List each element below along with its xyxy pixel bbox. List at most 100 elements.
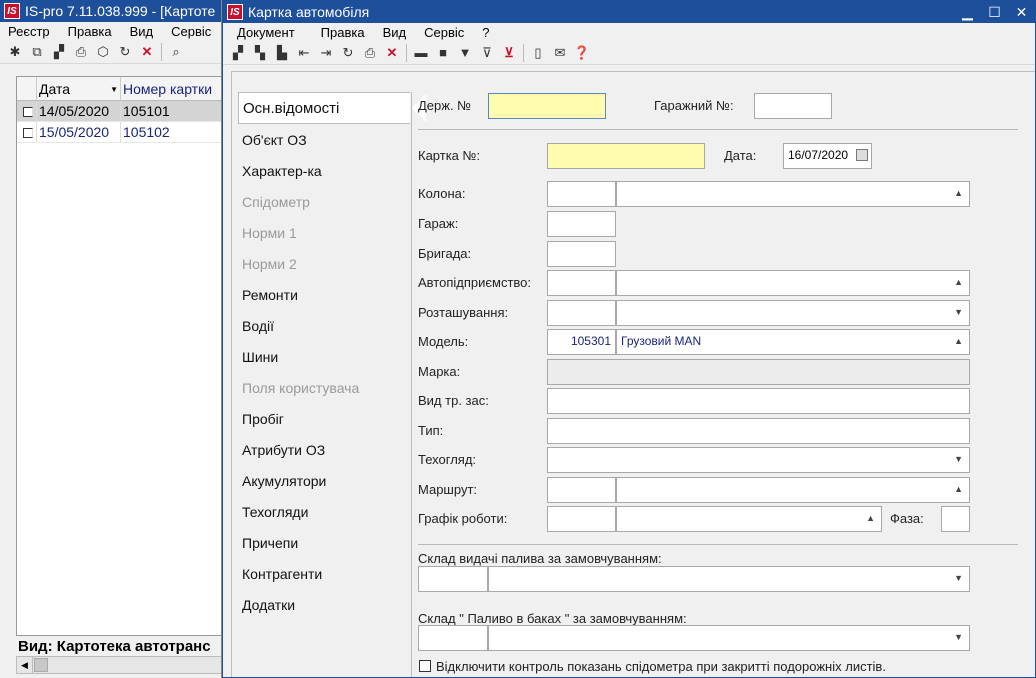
filter-icon[interactable]: ▼ bbox=[454, 43, 476, 63]
cell-number: 105101 bbox=[123, 103, 170, 119]
dropdown-up-icon: ▲ bbox=[954, 336, 963, 346]
nav-item-akumuliatory[interactable]: Акумулятори bbox=[238, 465, 411, 496]
menu-servis[interactable]: Сервіс bbox=[163, 24, 221, 39]
delete-icon[interactable]: ✕ bbox=[136, 42, 158, 62]
sklad2-code-input[interactable] bbox=[418, 625, 488, 651]
typ-input[interactable] bbox=[547, 418, 970, 444]
delete-icon[interactable]: ✕ bbox=[381, 43, 403, 63]
refresh-icon[interactable]: ↻ bbox=[114, 42, 136, 62]
dropdown-up-icon: ▲ bbox=[866, 513, 875, 523]
menu-dokument[interactable]: Документ bbox=[223, 25, 305, 40]
left-titlebar[interactable]: IS IS-pro 7.11.038.999 - [Картоте bbox=[0, 0, 221, 22]
menu-pravka[interactable]: Правка bbox=[305, 25, 375, 40]
table-row[interactable]: 15/05/2020 105102 bbox=[17, 122, 221, 143]
move-icon[interactable]: ▞ bbox=[48, 42, 70, 62]
nav-item-kontrahenty[interactable]: Контрагенти bbox=[238, 558, 411, 589]
nav-item-prychepy[interactable]: Причепи bbox=[238, 527, 411, 558]
column-header-number[interactable]: Номер картки bbox=[121, 77, 221, 100]
search-icon[interactable]: ⌕ bbox=[165, 42, 187, 62]
document-icon[interactable]: ▯ bbox=[527, 43, 549, 63]
grafik-label: Графік роботи: bbox=[418, 511, 508, 526]
nav-item-osn-vidomosti[interactable]: Осн.відомості bbox=[238, 92, 426, 124]
avtopid-select[interactable]: ▲ bbox=[616, 270, 970, 296]
garazh-input[interactable] bbox=[547, 211, 616, 237]
clear-filter-icon[interactable]: ⊻ bbox=[498, 43, 520, 63]
menu-vyd[interactable]: Вид bbox=[375, 25, 417, 40]
menu-servis[interactable]: Сервіс bbox=[416, 25, 474, 40]
scroll-left-icon[interactable]: ◀ bbox=[17, 657, 33, 673]
sklad1-code-input[interactable] bbox=[418, 566, 488, 592]
copy-doc-icon[interactable]: ⧉ bbox=[26, 42, 48, 62]
separator bbox=[418, 129, 1018, 130]
move-right-icon[interactable]: ▙ bbox=[271, 43, 293, 63]
print-icon[interactable]: ⎙ bbox=[70, 42, 92, 62]
menu-help[interactable]: ? bbox=[474, 25, 499, 40]
faza-input[interactable] bbox=[941, 506, 970, 532]
avtopid-code-input[interactable] bbox=[547, 270, 616, 296]
print-icon[interactable]: ⎙ bbox=[359, 43, 381, 63]
nav-item-shyny[interactable]: Шини bbox=[238, 341, 411, 372]
menu-reiestr[interactable]: Реєстр bbox=[0, 24, 60, 39]
nav-item-vodii[interactable]: Водії bbox=[238, 310, 411, 341]
date-input[interactable]: 16/07/2020 bbox=[783, 143, 872, 169]
cell-date: 14/05/2020 bbox=[37, 101, 121, 121]
row-checkbox[interactable] bbox=[23, 128, 33, 138]
column-header-date[interactable]: Дата ▼ bbox=[37, 77, 121, 100]
roztash-code-input[interactable] bbox=[547, 300, 616, 326]
nav-item-tekhohliady[interactable]: Техогляди bbox=[238, 496, 411, 527]
import-icon[interactable]: ⇤ bbox=[293, 43, 315, 63]
nav-item-kharakter[interactable]: Характер-ка bbox=[238, 155, 411, 186]
mail-icon[interactable]: ✉ bbox=[549, 43, 571, 63]
bryhada-input[interactable] bbox=[547, 241, 616, 267]
nav-item-obiekt-oz[interactable]: Об'єкт ОЗ bbox=[238, 124, 411, 155]
calendar-icon[interactable] bbox=[856, 149, 868, 161]
nav-item-probih[interactable]: Пробіг bbox=[238, 403, 411, 434]
refresh-icon[interactable]: ↻ bbox=[337, 43, 359, 63]
stop-icon[interactable]: ■ bbox=[432, 43, 454, 63]
menu-vyd[interactable]: Вид bbox=[122, 24, 164, 39]
move-icon[interactable]: ▞ bbox=[227, 43, 249, 63]
toolbar-separator bbox=[406, 43, 407, 62]
close-icon[interactable]: ✕ bbox=[1008, 1, 1035, 23]
tekhohliad-select[interactable]: ▼ bbox=[547, 447, 970, 473]
kolona-code-input[interactable] bbox=[547, 181, 616, 207]
typ-label: Тип: bbox=[418, 423, 444, 438]
scroll-thumb[interactable] bbox=[34, 658, 48, 672]
move-down-icon[interactable]: ▚ bbox=[249, 43, 271, 63]
package-icon[interactable]: ⬡ bbox=[92, 42, 114, 62]
is-pro-logo: IS bbox=[4, 3, 20, 19]
model-label: Модель: bbox=[418, 334, 469, 349]
minimize-icon[interactable]: ▁ bbox=[954, 1, 981, 23]
marshrut-code-input[interactable] bbox=[547, 477, 616, 503]
kolona-select[interactable]: ▲ bbox=[616, 181, 970, 207]
grafik-select[interactable]: ▲ bbox=[616, 506, 882, 532]
new-doc-icon[interactable]: ✱ bbox=[4, 42, 26, 62]
grafik-code-input[interactable] bbox=[547, 506, 616, 532]
model-select[interactable]: Грузовий MAN ▲ bbox=[616, 329, 970, 355]
maximize-icon[interactable]: ☐ bbox=[981, 1, 1008, 23]
garage-no-input[interactable] bbox=[754, 93, 832, 119]
nav-item-dodatky[interactable]: Додатки bbox=[238, 589, 411, 620]
derzh-input[interactable] bbox=[488, 93, 606, 119]
date-label: Дата: bbox=[724, 148, 757, 163]
model-code-input[interactable]: 105301 bbox=[547, 329, 616, 355]
disable-speedometer-checkbox[interactable] bbox=[419, 660, 431, 672]
export-icon[interactable]: ⇥ bbox=[315, 43, 337, 63]
sklad1-select[interactable]: ▼ bbox=[488, 566, 970, 592]
nav-item-remonty[interactable]: Ремонти bbox=[238, 279, 411, 310]
nav-item-atrybuty-oz[interactable]: Атрибути ОЗ bbox=[238, 434, 411, 465]
filter-settings-icon[interactable]: ⊽ bbox=[476, 43, 498, 63]
roztash-select[interactable]: ▼ bbox=[616, 300, 970, 326]
card-input[interactable] bbox=[547, 143, 705, 169]
marshrut-select[interactable]: ▲ bbox=[616, 477, 970, 503]
main-titlebar[interactable]: IS Картка автомобіля ▁ ☐ ✕ bbox=[223, 1, 1035, 23]
horizontal-scrollbar[interactable]: ◀ bbox=[16, 656, 221, 674]
row-checkbox[interactable] bbox=[23, 107, 33, 117]
kolona-label: Колона: bbox=[418, 186, 466, 201]
vyd-input[interactable] bbox=[547, 388, 970, 414]
menu-pravka[interactable]: Правка bbox=[60, 24, 122, 39]
sklad2-select[interactable]: ▼ bbox=[488, 625, 970, 651]
table-row[interactable]: 14/05/2020 105101 bbox=[17, 101, 221, 122]
help-icon[interactable]: ❓ bbox=[571, 43, 593, 63]
comment-icon[interactable]: ▬ bbox=[410, 43, 432, 63]
